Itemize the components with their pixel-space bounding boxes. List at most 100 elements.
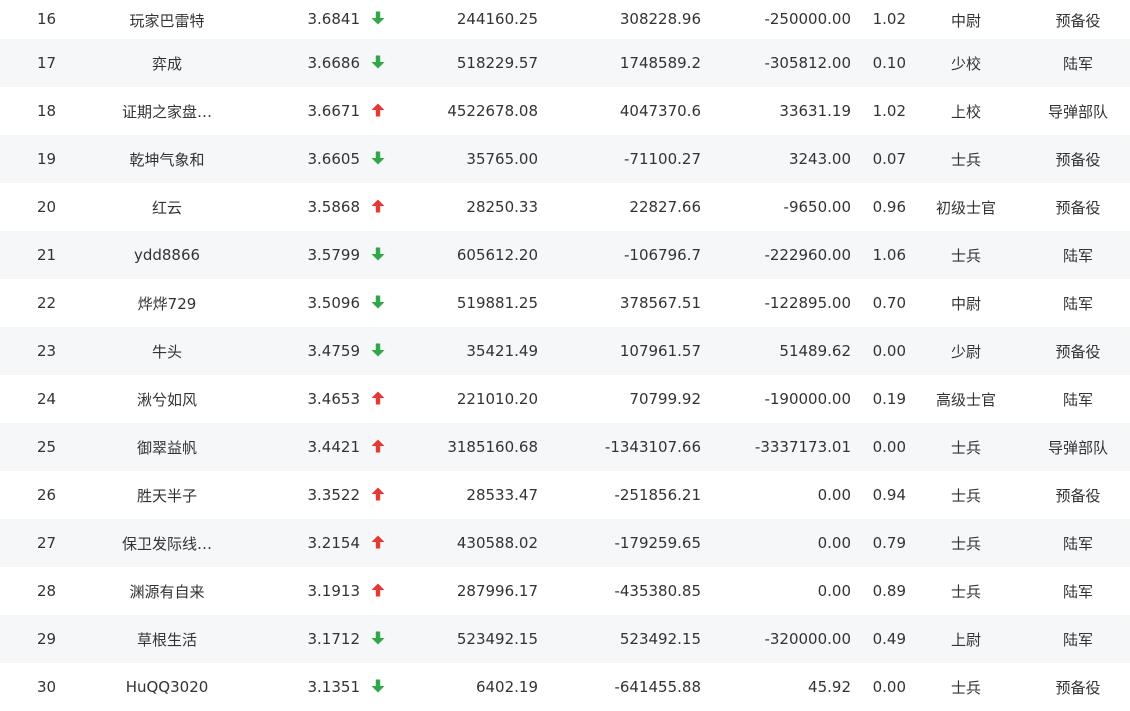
index-value-cell: 3.4759	[307, 342, 361, 360]
player-name[interactable]: 红云	[152, 197, 182, 218]
value1-cell: 3185160.68	[447, 438, 538, 456]
value3-cell: 0.00	[817, 534, 851, 552]
rank-title-cell: 士兵	[950, 582, 981, 601]
index-value-cell: 3.4421	[307, 438, 361, 456]
branch-cell: 导弹部队	[1047, 438, 1108, 457]
trend-cell	[360, 375, 390, 423]
table-row[interactable]: 26 胜天半子 3.3522 28533.47 -251856.21 0.00 0.94 士兵…	[0, 471, 1130, 519]
value1-cell: 287996.17	[456, 582, 538, 600]
player-name[interactable]: 玩家巴雷特	[129, 10, 204, 31]
rank-title-cell: 少尉	[950, 342, 981, 361]
rank-cell: 23	[36, 342, 57, 360]
trend-cell	[360, 183, 390, 231]
table-row[interactable]: 20 红云 3.5868 28250.33 22827.66 -9650.00 0.96 初级…	[0, 183, 1130, 231]
table-row[interactable]: 24 湫兮如风 3.4653 221010.20 70799.92 -190000.00 0…	[0, 375, 1130, 423]
arrow-down-icon	[371, 55, 385, 69]
value1-cell: 221010.20	[456, 390, 538, 408]
value3-cell: -305812.00	[764, 54, 851, 72]
value1-cell: 28533.47	[466, 486, 538, 504]
table-row[interactable]: 23 牛头 3.4759 35421.49 107961.57 51489.62 0.00 少…	[0, 327, 1130, 375]
trend-cell	[360, 327, 390, 375]
arrow-up-icon	[371, 439, 385, 453]
table-row[interactable]: 21 ydd8866 3.5799 605612.20 -106796.7 -222960…	[0, 231, 1130, 279]
rank-title-cell: 上校	[950, 102, 981, 121]
branch-cell: 预备役	[1055, 486, 1101, 505]
player-name[interactable]: 渊源有自来	[129, 581, 204, 602]
rank-title-cell: 少校	[950, 54, 981, 73]
value3-cell: -3337173.01	[754, 438, 851, 456]
branch-cell: 预备役	[1055, 678, 1101, 697]
rank-cell: 29	[36, 630, 57, 648]
table-row[interactable]: 28 渊源有自来 3.1913 287996.17 -435380.85 0.00 0.89…	[0, 567, 1130, 615]
rank-title-cell: 中尉	[950, 12, 981, 30]
value3-cell: -190000.00	[764, 390, 851, 408]
player-name-cell: 乾坤气象和	[93, 135, 241, 183]
table-row[interactable]: 22 烨烨729 3.5096 519881.25 378567.51 -122895.0…	[0, 279, 1130, 327]
player-name[interactable]: 牛头	[152, 341, 182, 362]
table-row[interactable]: 30 HuQQ3020 3.1351 6402.19 -641455.88 45.92 0.…	[0, 663, 1130, 711]
trend-cell	[360, 615, 390, 663]
table-row[interactable]: 16 玩家巴雷特 3.6841 244160.25 308228.96 -250000.0…	[0, 0, 1130, 39]
table-row[interactable]: 17 弈成 3.6686 518229.57 1748589.2 -305812.00 0.…	[0, 39, 1130, 87]
branch-cell: 陆军	[1062, 294, 1093, 313]
player-name-cell: ydd8866	[93, 231, 241, 279]
ratio-cell: 0.89	[872, 582, 906, 600]
value2-cell: 4047370.6	[619, 102, 701, 120]
value1-cell: 519881.25	[456, 294, 538, 312]
value2-cell: 308228.96	[619, 10, 701, 28]
value3-cell: 0.00	[817, 582, 851, 600]
rank-title-cell: 士兵	[950, 246, 981, 265]
ratio-cell: 0.00	[872, 438, 906, 456]
player-name-cell: 弈成	[93, 39, 241, 87]
player-name[interactable]: HuQQ3020	[126, 678, 209, 696]
table-row[interactable]: 18 证期之家盘… 3.6671 4522678.08 4047370.6 33631.1…	[0, 87, 1130, 135]
trend-cell	[360, 471, 390, 519]
table-row[interactable]: 27 保卫发际线… 3.2154 430588.02 -179259.65 0.00 0.7…	[0, 519, 1130, 567]
value1-cell: 6402.19	[475, 678, 538, 696]
player-name[interactable]: 草根生活	[137, 629, 197, 650]
player-name[interactable]: 弈成	[152, 53, 182, 74]
rank-cell: 24	[36, 390, 57, 408]
player-name-cell: HuQQ3020	[93, 663, 241, 711]
player-name[interactable]: 乾坤气象和	[129, 149, 204, 170]
arrow-down-icon	[371, 679, 385, 693]
rank-cell: 16	[36, 10, 57, 28]
player-name[interactable]: 胜天半子	[137, 485, 197, 506]
table-row[interactable]: 19 乾坤气象和 3.6605 35765.00 -71100.27 3243.00 0.0…	[0, 135, 1130, 183]
index-value-cell: 3.5868	[307, 198, 361, 216]
arrow-down-icon	[371, 295, 385, 309]
player-name-cell: 草根生活	[93, 615, 241, 663]
rank-title-cell: 士兵	[950, 534, 981, 553]
value3-cell: -320000.00	[764, 630, 851, 648]
branch-cell: 预备役	[1055, 198, 1101, 217]
value3-cell: 51489.62	[779, 342, 851, 360]
rank-cell: 20	[36, 198, 57, 216]
ratio-cell: 0.00	[872, 678, 906, 696]
arrow-down-icon	[371, 247, 385, 261]
rank-cell: 22	[36, 294, 57, 312]
value3-cell: 0.00	[817, 486, 851, 504]
player-name-cell: 烨烨729	[93, 279, 241, 327]
player-name[interactable]: 证期之家盘…	[122, 101, 212, 122]
player-name[interactable]: 御翠益帆	[137, 437, 197, 458]
player-name[interactable]: ydd8866	[134, 246, 200, 264]
table-row[interactable]: 25 御翠益帆 3.4421 3185160.68 -1343107.66 -333717…	[0, 423, 1130, 471]
value2-cell: 523492.15	[619, 630, 701, 648]
rank-title-cell: 高级士官	[935, 390, 996, 409]
ratio-cell: 0.10	[872, 54, 906, 72]
player-name[interactable]: 湫兮如风	[137, 389, 197, 410]
value2-cell: 22827.66	[629, 198, 701, 216]
player-name-cell: 胜天半子	[93, 471, 241, 519]
branch-cell: 陆军	[1062, 246, 1093, 265]
player-name[interactable]: 保卫发际线…	[122, 533, 212, 554]
player-name-cell: 牛头	[93, 327, 241, 375]
player-name[interactable]: 烨烨729	[138, 293, 197, 314]
ratio-cell: 1.02	[872, 102, 906, 120]
trend-cell	[360, 423, 390, 471]
rank-title-cell: 士兵	[950, 486, 981, 505]
table-row[interactable]: 29 草根生活 3.1712 523492.15 523492.15 -320000.00…	[0, 615, 1130, 663]
trend-cell	[360, 231, 390, 279]
index-value-cell: 3.4653	[307, 390, 361, 408]
player-name-cell: 湫兮如风	[93, 375, 241, 423]
value3-cell: 33631.19	[779, 102, 851, 120]
